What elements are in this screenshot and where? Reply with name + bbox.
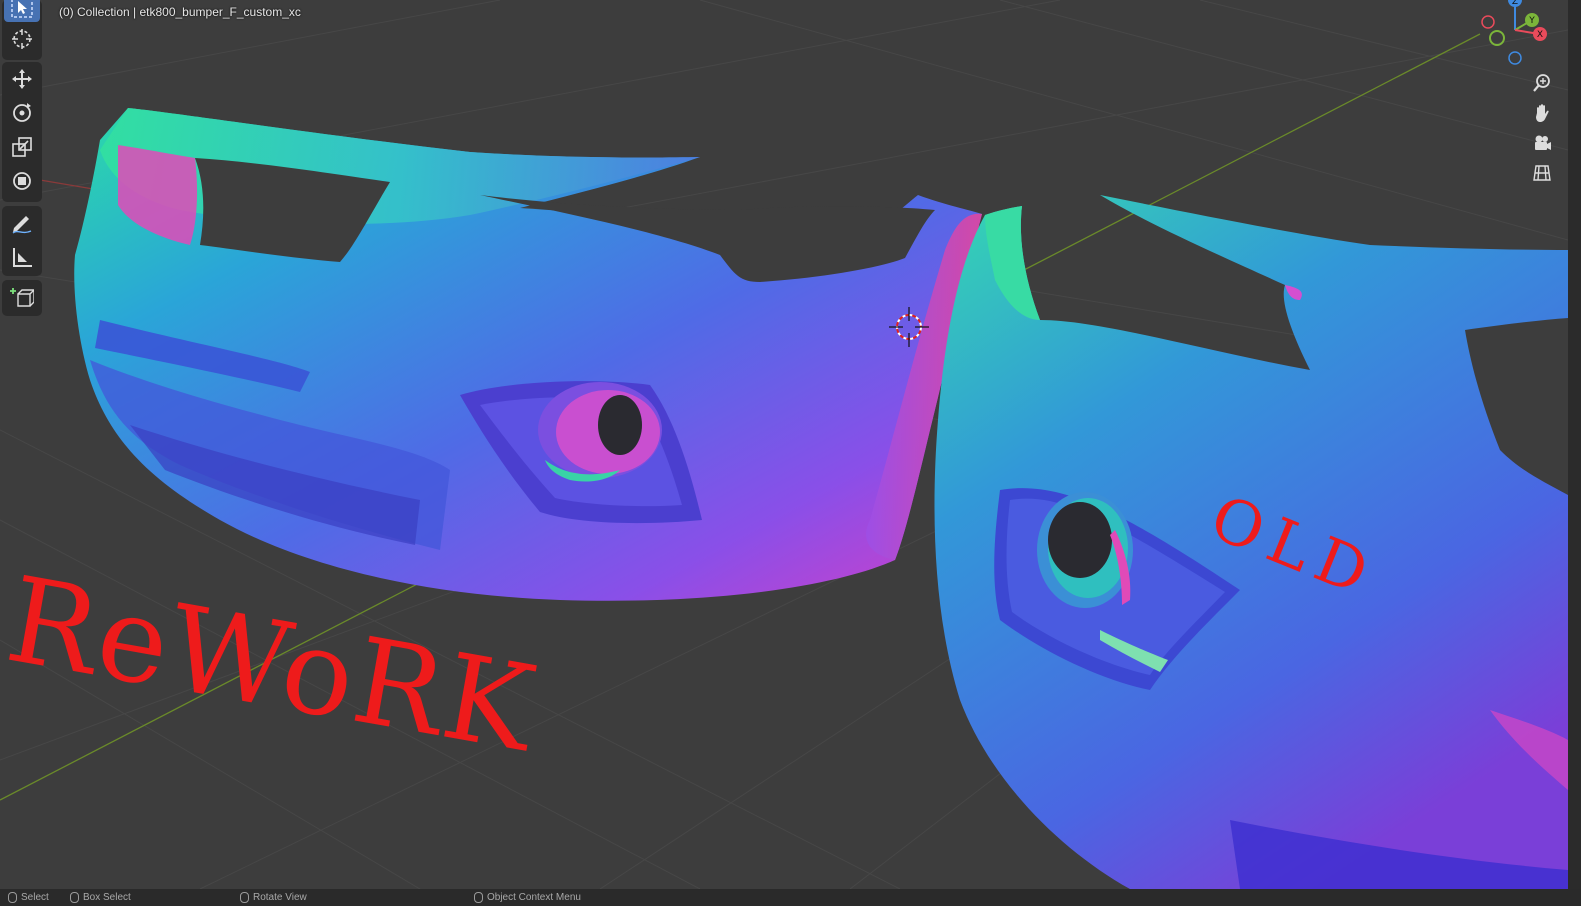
zoom-button[interactable]: [1528, 69, 1556, 97]
move-tool[interactable]: [4, 64, 40, 94]
status-rotate-view: Rotate View: [240, 892, 307, 903]
scale-tool[interactable]: [4, 132, 40, 162]
viewport-scene: [0, 0, 1568, 889]
perspective-toggle-button[interactable]: [1528, 159, 1556, 187]
select-box-tool[interactable]: [4, 0, 40, 22]
move-arrows-icon: [12, 69, 32, 89]
gizmo-x-label: X: [1537, 30, 1543, 40]
camera-icon: [1535, 135, 1551, 150]
mouse-right-icon: [474, 892, 483, 903]
viewport-header-text: (0) Collection | etk800_bumper_F_custom_…: [59, 5, 301, 19]
status-context-menu: Object Context Menu: [474, 892, 581, 903]
pan-button[interactable]: [1528, 99, 1556, 127]
measure-tool[interactable]: [4, 242, 40, 272]
transform-tool[interactable]: [4, 166, 40, 196]
zoom-magnifier-icon: [1533, 74, 1550, 92]
hand-icon: [1536, 104, 1549, 122]
transform-icon: [13, 172, 31, 190]
mouse-middle-icon: [240, 892, 249, 903]
mouse-drag-icon: [70, 892, 79, 903]
status-rotate-view-label: Rotate View: [253, 892, 307, 903]
rework-bumper-mesh: [74, 108, 983, 601]
annotate-pen-icon: [12, 216, 32, 234]
gizmo-neg-y[interactable]: [1489, 30, 1505, 46]
status-context-menu-label: Object Context Menu: [487, 892, 581, 903]
status-bar: Select Box Select Rotate View Object Con…: [0, 889, 1581, 906]
rotate-icon: [13, 103, 31, 122]
cursor-tool[interactable]: [4, 24, 40, 54]
rotate-tool[interactable]: [4, 98, 40, 128]
gizmo-y-label: Y: [1528, 16, 1535, 26]
gizmo-neg-x[interactable]: [1481, 15, 1495, 29]
status-select-label: Select: [21, 892, 49, 903]
status-select: Select: [8, 892, 49, 903]
mouse-left-icon: [8, 892, 17, 903]
3d-cursor-tool-icon: [12, 29, 32, 49]
camera-view-button[interactable]: [1528, 129, 1556, 157]
scale-icon: [12, 137, 32, 157]
cursor-select-icon: [11, 0, 33, 18]
3d-viewport[interactable]: (0) Collection | etk800_bumper_F_custom_…: [0, 0, 1568, 889]
status-box-select: Box Select: [70, 892, 131, 903]
viewport-edge: [1568, 0, 1581, 889]
status-box-select-label: Box Select: [83, 892, 131, 903]
grid-icon: [1533, 165, 1551, 181]
gizmo-neg-z[interactable]: [1508, 51, 1522, 65]
annotate-tool[interactable]: [4, 208, 40, 238]
gizmo-z-label: Z: [1512, 0, 1518, 7]
ruler-icon: [13, 248, 32, 267]
add-cube-icon: [10, 288, 34, 307]
add-cube-tool[interactable]: [4, 283, 40, 313]
navigation-gizmo[interactable]: Z Y X: [1478, 0, 1554, 68]
